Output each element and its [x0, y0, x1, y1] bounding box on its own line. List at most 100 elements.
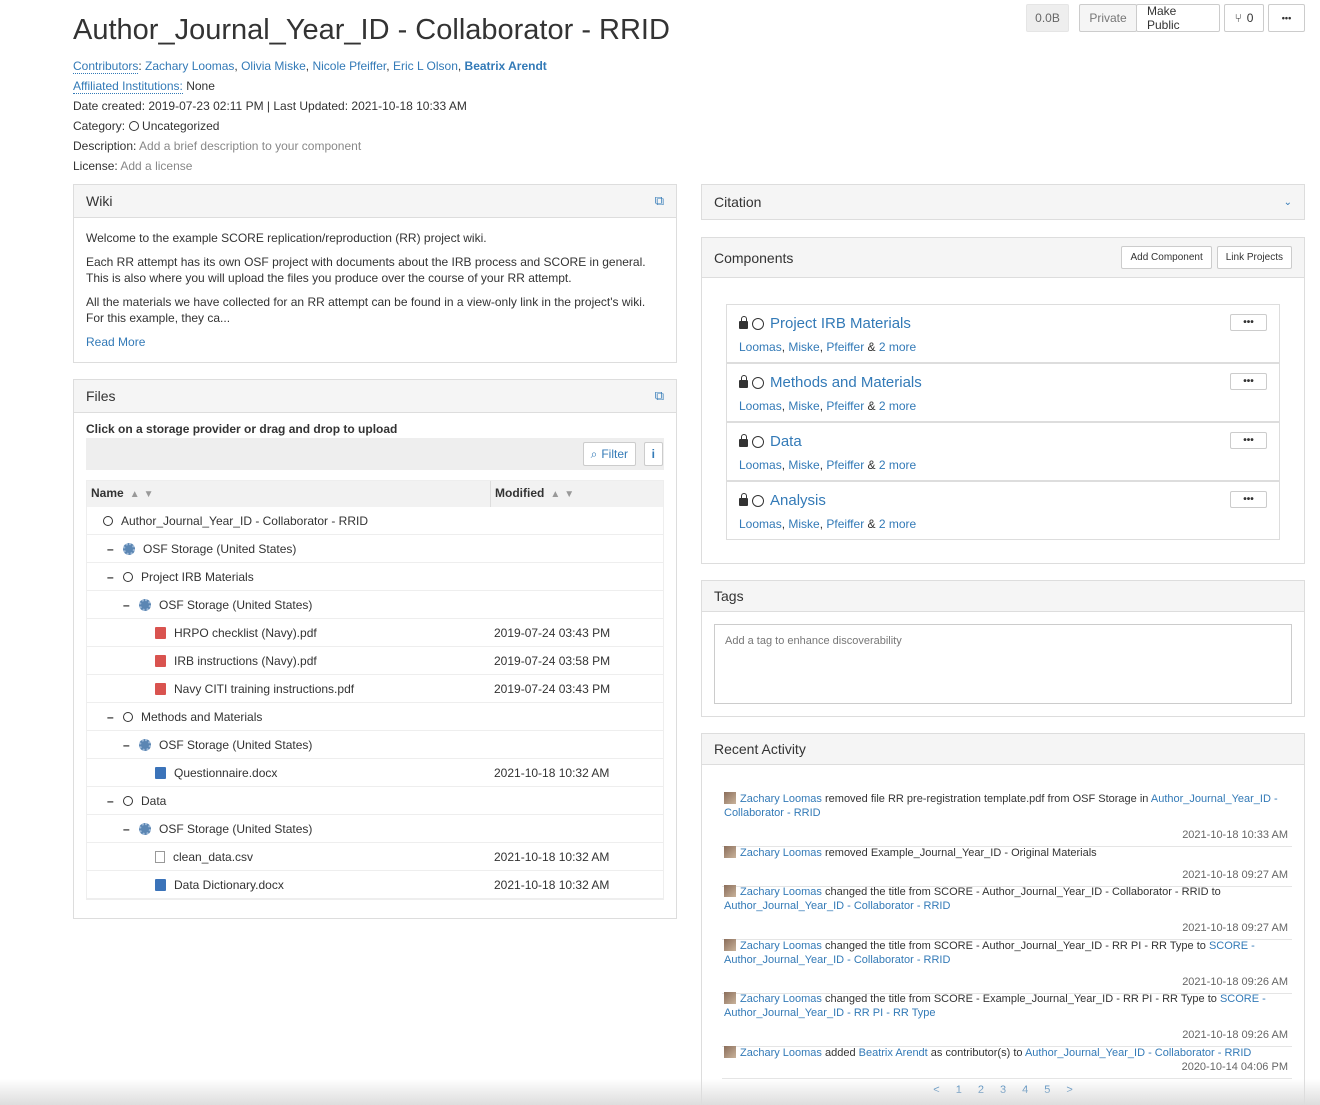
license-value[interactable]: Add a license	[120, 159, 192, 173]
private-button[interactable]: Private	[1079, 4, 1137, 32]
lock-icon	[739, 375, 748, 388]
read-more-link[interactable]: Read More	[86, 335, 145, 349]
collapse-icon[interactable]: –	[123, 822, 131, 836]
component-options-button[interactable]: •••	[1230, 373, 1267, 390]
collapse-icon[interactable]: –	[107, 570, 115, 584]
chevron-down-icon[interactable]: ⌄	[1284, 197, 1292, 208]
contributor-link[interactable]: Miske	[788, 517, 819, 531]
component-link[interactable]: Project IRB Materials	[770, 315, 911, 332]
activity-user-link[interactable]: Zachary Loomas	[740, 847, 822, 859]
description-label: Description:	[73, 139, 137, 153]
component-options-button[interactable]: •••	[1230, 491, 1267, 508]
activity-target-link[interactable]: Beatrix Arendt	[859, 1047, 928, 1059]
more-contributors-link[interactable]: 2 more	[879, 458, 916, 472]
more-contributors-link[interactable]: 2 more	[879, 399, 916, 413]
avatar	[724, 792, 736, 804]
contributor-link[interactable]: Loomas	[739, 517, 782, 531]
components-title: Components	[714, 249, 794, 266]
contributor-link[interactable]: Loomas	[739, 340, 782, 354]
collapse-icon[interactable]: –	[107, 794, 115, 808]
contributor-link[interactable]: Zachary Loomas	[145, 59, 234, 73]
tags-header: Tags	[702, 581, 1304, 612]
component-contributors: Loomas, Miske, Pfeiffer & 2 more	[739, 399, 917, 413]
more-contributors-link[interactable]: 2 more	[879, 517, 916, 531]
contributor-link[interactable]: Eric L Olson	[393, 59, 458, 73]
contributor-link[interactable]: Nicole Pfeiffer	[312, 59, 386, 73]
fork-icon: ⑂	[1234, 11, 1242, 25]
component-link[interactable]: Analysis	[770, 492, 826, 509]
activity-user-link[interactable]: Zachary Loomas	[740, 793, 822, 805]
component-link[interactable]: Data	[770, 433, 802, 450]
component-options-button[interactable]: •••	[1230, 314, 1267, 331]
file-tree-row[interactable]: Navy CITI training instructions.pdf 2019-…	[87, 675, 663, 703]
external-link-icon[interactable]: ⧉	[655, 193, 664, 209]
file-modified: 2019-07-24 03:43 PM	[494, 625, 611, 640]
contributor-link[interactable]: Miske	[788, 458, 819, 472]
contributor-link[interactable]: Miske	[788, 399, 819, 413]
sort-icon[interactable]: ▲▼	[550, 489, 578, 500]
storage-icon	[123, 542, 135, 555]
file-tree-row[interactable]: – Methods and Materials	[87, 703, 663, 731]
name-column-header[interactable]: Name ▲▼	[87, 481, 491, 507]
contributor-link[interactable]: Beatrix Arendt	[465, 59, 547, 73]
add-component-button[interactable]: Add Component	[1121, 246, 1212, 269]
file-tree-row[interactable]: Data Dictionary.docx 2021-10-18 10:32 AM	[87, 871, 663, 899]
more-options-button[interactable]: •••	[1268, 4, 1305, 32]
file-tree-row[interactable]: – OSF Storage (United States)	[87, 535, 663, 563]
collapse-icon[interactable]: –	[123, 598, 131, 612]
contributor-link[interactable]: Miske	[788, 340, 819, 354]
file-tree-row[interactable]: clean_data.csv 2021-10-18 10:32 AM	[87, 843, 663, 871]
component-options-button[interactable]: •••	[1230, 432, 1267, 449]
component-link[interactable]: Methods and Materials	[770, 374, 922, 391]
activity-timestamp: 2021-10-18 09:26 AM	[1182, 976, 1288, 988]
activity-user-link[interactable]: Zachary Loomas	[740, 1047, 822, 1059]
contributor-link[interactable]: Pfeiffer	[826, 399, 864, 413]
file-tree-row[interactable]: HRPO checklist (Navy).pdf 2019-07-24 03:4…	[87, 619, 663, 647]
collapse-icon[interactable]: –	[107, 710, 115, 724]
file-tree-row[interactable]: – OSF Storage (United States)	[87, 815, 663, 843]
file-tree-row[interactable]: Author_Journal_Year_ID - Collaborator - …	[87, 507, 663, 535]
contributor-link[interactable]: Pfeiffer	[826, 517, 864, 531]
file-tree-row[interactable]: – OSF Storage (United States)	[87, 591, 663, 619]
activity-user-link[interactable]: Zachary Loomas	[740, 886, 822, 898]
tag-input[interactable]: Add a tag to enhance discoverability	[714, 624, 1292, 704]
file-tree-row[interactable]: IRB instructions (Navy).pdf 2019-07-24 03…	[87, 647, 663, 675]
contributor-link[interactable]: Olivia Miske	[241, 59, 306, 73]
make-public-button[interactable]: Make Public	[1136, 4, 1220, 32]
contributor-link[interactable]: Pfeiffer	[826, 458, 864, 472]
pdf-file-icon	[155, 682, 166, 695]
citation-panel[interactable]: Citation ⌄	[701, 184, 1305, 220]
fork-button[interactable]: ⑂ 0	[1224, 4, 1264, 32]
collapse-icon[interactable]: –	[123, 738, 131, 752]
file-tree-row[interactable]: Questionnaire.docx 2021-10-18 10:32 AM	[87, 759, 663, 787]
sort-icon[interactable]: ▲▼	[130, 489, 158, 500]
wiki-paragraph: All the materials we have collected for …	[86, 295, 646, 325]
external-link-icon[interactable]: ⧉	[655, 388, 664, 404]
citation-header[interactable]: Citation ⌄	[702, 185, 1304, 219]
activity-target-link[interactable]: Author_Journal_Year_ID - Collaborator - …	[1025, 1047, 1251, 1059]
file-tree-row[interactable]: – OSF Storage (United States)	[87, 731, 663, 759]
description-value[interactable]: Add a brief description to your componen…	[139, 139, 361, 153]
activity-item: Zachary Loomas changed the title from SC…	[722, 992, 1292, 1047]
contributors-label[interactable]: Contributors	[73, 59, 139, 74]
activity-user-link[interactable]: Zachary Loomas	[740, 993, 822, 1005]
csv-file-icon	[155, 850, 165, 863]
info-button[interactable]: i	[643, 442, 663, 466]
activity-target-link[interactable]: Author_Journal_Year_ID - Collaborator - …	[724, 900, 950, 912]
contributor-link[interactable]: Pfeiffer	[826, 340, 864, 354]
more-contributors-link[interactable]: 2 more	[879, 340, 916, 354]
affiliated-label[interactable]: Affiliated Institutions:	[73, 79, 183, 94]
license-line: License: Add a license	[73, 159, 192, 173]
collapse-icon[interactable]: –	[107, 542, 115, 556]
contributor-link[interactable]: Loomas	[739, 458, 782, 472]
filter-button[interactable]: ⌕ Filter	[582, 442, 636, 466]
contributor-link[interactable]: Loomas	[739, 399, 782, 413]
file-tree-row[interactable]: – Data	[87, 787, 663, 815]
link-projects-button[interactable]: Link Projects	[1216, 246, 1292, 269]
component-card: Analysis Loomas, Miske, Pfeiffer & 2 more…	[726, 481, 1280, 540]
affiliated-value: None	[186, 79, 215, 93]
file-tree-row[interactable]: – Project IRB Materials	[87, 563, 663, 591]
component-icon	[752, 494, 764, 507]
modified-column-header[interactable]: Modified ▲▼	[491, 481, 663, 507]
activity-user-link[interactable]: Zachary Loomas	[740, 940, 822, 952]
